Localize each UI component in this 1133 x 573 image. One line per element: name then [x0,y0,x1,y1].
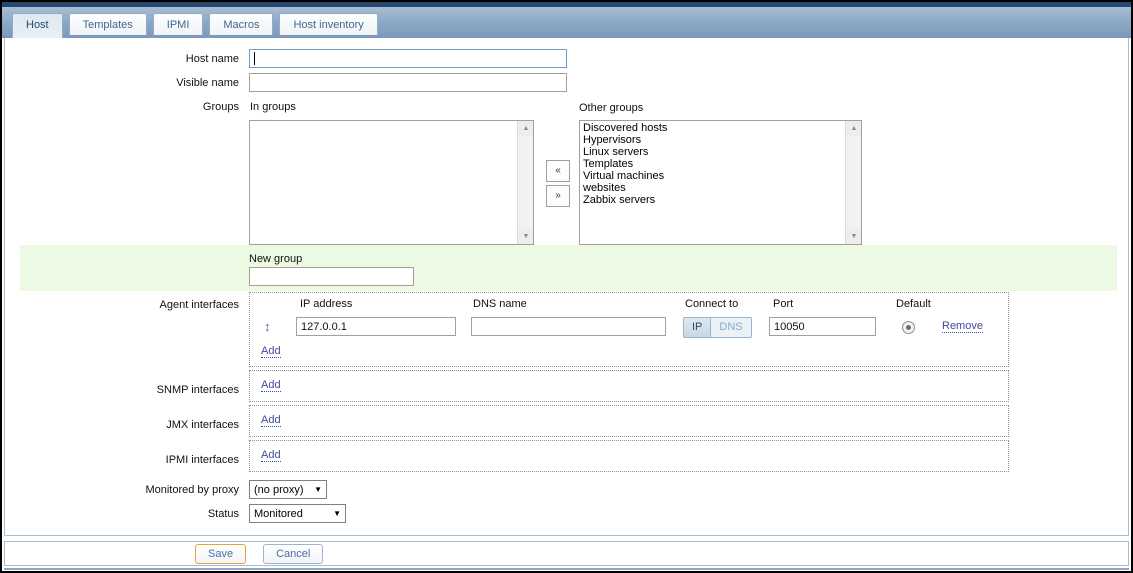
port-header: Port [773,298,793,310]
ip-address-header: IP address [300,298,352,310]
status-label: Status [5,508,239,520]
agent-dns-input[interactable] [471,317,666,336]
host-name-label: Host name [5,53,239,65]
host-name-input[interactable] [249,49,567,68]
agent-ip-input[interactable] [296,317,456,336]
tab-templates[interactable]: Templates [69,13,147,35]
radio-dot [906,325,911,330]
remove-interface-link[interactable]: Remove [942,320,983,333]
tab-bar: Host Templates IPMI Macros Host inventor… [2,7,1131,38]
agent-port-input[interactable] [769,317,876,336]
visible-name-input[interactable] [249,73,567,92]
move-to-other-groups-button[interactable]: » [546,185,570,207]
tab-ipmi[interactable]: IPMI [153,13,204,35]
tab-macros[interactable]: Macros [209,13,273,35]
save-button[interactable]: Save [195,544,246,564]
tab-host[interactable]: Host [12,13,63,38]
drag-handle-icon[interactable]: ↕ [264,319,271,334]
in-groups-listbox[interactable]: ▲ ▼ [249,120,534,245]
host-config-window: Host Templates IPMI Macros Host inventor… [0,0,1133,573]
ipmi-interfaces-box: Add [249,440,1009,472]
list-item[interactable]: websites [580,182,845,194]
proxy-select[interactable]: (no proxy) ▼ [249,480,327,499]
agent-interfaces-box: IP address DNS name Connect to Port Defa… [249,292,1009,367]
groups-label: Groups [5,101,239,113]
visible-name-label: Visible name [5,77,239,89]
list-item[interactable]: Linux servers [580,146,845,158]
monitored-by-proxy-label: Monitored by proxy [5,484,239,496]
status-select-value: Monitored [254,508,303,520]
other-groups-scrollbar[interactable]: ▲ ▼ [845,121,861,244]
scroll-down-icon[interactable]: ▼ [846,229,862,244]
connect-dns-button[interactable]: DNS [711,318,750,337]
other-groups-label: Other groups [579,102,643,114]
scroll-up-icon[interactable]: ▲ [846,121,862,136]
ipmi-interfaces-label: IPMI interfaces [5,454,239,466]
new-group-highlight-band: New group [20,245,1117,291]
scroll-down-icon[interactable]: ▼ [518,229,534,244]
in-groups-items [250,122,517,244]
host-form: Host name Visible name Groups In groups … [4,38,1129,536]
jmx-interfaces-box: Add [249,405,1009,437]
connect-to-header: Connect to [685,298,738,310]
snmp-interfaces-label: SNMP interfaces [5,384,239,396]
chevron-down-icon: ▼ [333,509,341,518]
other-groups-items: Discovered hosts Hypervisors Linux serve… [580,122,845,244]
add-ipmi-interface-link[interactable]: Add [261,449,281,462]
new-group-label: New group [249,253,302,265]
list-item[interactable]: Zabbix servers [580,194,845,206]
list-item[interactable]: Templates [580,158,845,170]
list-item[interactable]: Hypervisors [580,134,845,146]
text-caret [254,52,255,65]
new-group-input[interactable] [249,267,414,286]
form-footer: Save Cancel [4,541,1129,566]
in-groups-scrollbar[interactable]: ▲ ▼ [517,121,533,244]
list-item[interactable]: Virtual machines [580,170,845,182]
agent-interfaces-label: Agent interfaces [5,299,239,311]
connect-ip-button[interactable]: IP [684,318,711,337]
default-interface-radio[interactable] [902,321,915,334]
in-groups-label: In groups [250,101,296,113]
cancel-button[interactable]: Cancel [263,544,323,564]
list-item[interactable]: Discovered hosts [580,122,845,134]
move-to-in-groups-button[interactable]: « [546,160,570,182]
tab-host-inventory[interactable]: Host inventory [279,13,377,35]
scroll-up-icon[interactable]: ▲ [518,121,534,136]
jmx-interfaces-label: JMX interfaces [5,419,239,431]
chevron-down-icon: ▼ [314,485,322,494]
other-groups-listbox[interactable]: Discovered hosts Hypervisors Linux serve… [579,120,862,245]
add-agent-interface-link[interactable]: Add [261,345,281,358]
bottom-divider [4,568,1129,570]
add-jmx-interface-link[interactable]: Add [261,414,281,427]
add-snmp-interface-link[interactable]: Add [261,379,281,392]
status-select[interactable]: Monitored ▼ [249,504,346,523]
snmp-interfaces-box: Add [249,370,1009,402]
default-header: Default [896,298,931,310]
dns-name-header: DNS name [473,298,527,310]
proxy-select-value: (no proxy) [254,484,304,496]
connect-to-toggle: IP DNS [683,317,752,338]
